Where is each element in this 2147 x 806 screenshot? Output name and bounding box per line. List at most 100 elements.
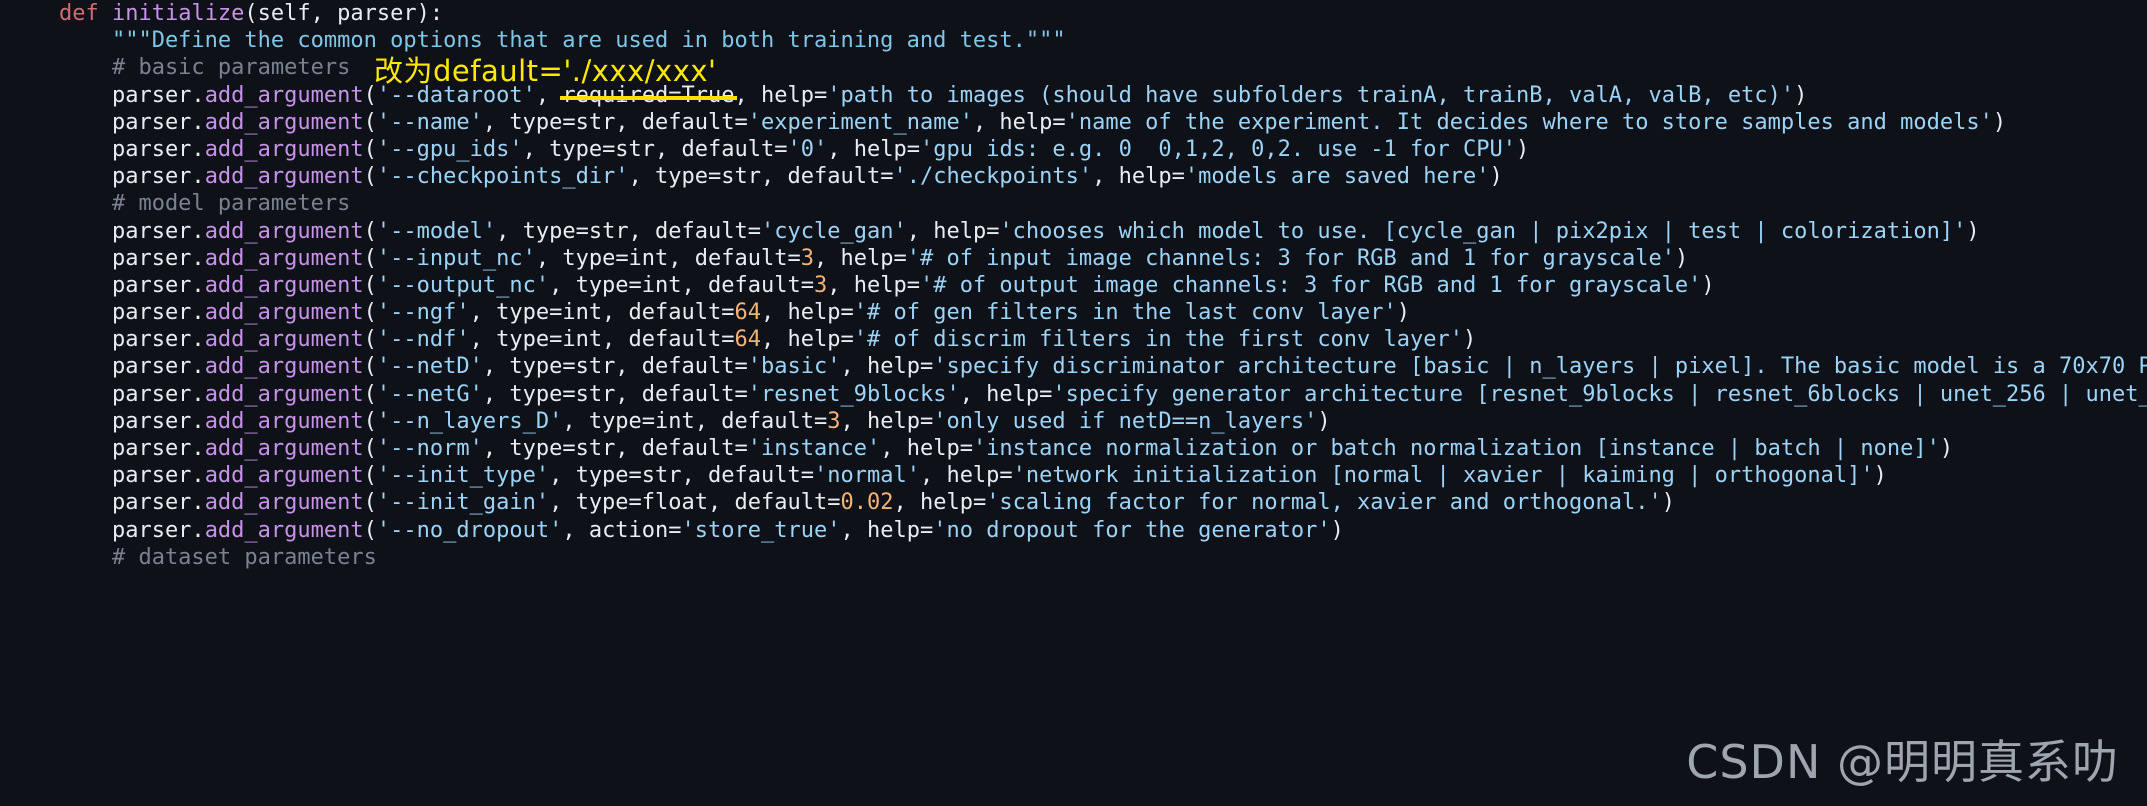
code-token: parser. [6, 463, 205, 489]
code-token: add_argument [204, 272, 364, 298]
code-token: add_argument [204, 408, 364, 434]
code-token: , help= [959, 381, 1053, 407]
line-ndf[interactable]: parser.add_argument('--ndf', type=int, d… [0, 326, 2147, 353]
code-token: 'network initialization [normal | xavier… [1012, 463, 1874, 489]
code-token: 'models are saved here' [1184, 164, 1490, 190]
annotation-default-path: 改为default='./xxx/xxx' [374, 54, 717, 88]
code-token: parser. [6, 245, 205, 271]
code-token: '# of input image channels: 3 for RGB an… [906, 245, 1675, 271]
code-token: , help= [827, 136, 920, 162]
line-init-type[interactable]: parser.add_argument('--init_type', type=… [0, 462, 2147, 489]
code-token: 'only used if netD==n_layers' [933, 408, 1318, 434]
code-token: parser. [6, 354, 205, 380]
line-output-nc[interactable]: parser.add_argument('--output_nc', type=… [0, 272, 2147, 299]
code-token: 'name of the experiment. It decides wher… [1065, 109, 1993, 135]
code-lines-container[interactable]: def initialize(self, parser): """Define … [0, 0, 2147, 571]
line-netG[interactable]: parser.add_argument('--netG', type=str, … [0, 381, 2147, 408]
code-token: , type=str, default= [522, 136, 788, 162]
code-token: add_argument [204, 109, 364, 135]
csdn-watermark: CSDN @明明真系叻 [1686, 735, 2119, 789]
code-token: '--norm' [376, 436, 483, 461]
code-token: '--ndf' [376, 327, 470, 353]
code-token: def [6, 1, 112, 26]
code-token: ) [1661, 490, 1675, 516]
code-token: ( [363, 327, 377, 353]
code-token: '--no_dropout' [376, 517, 563, 543]
code-token: '--gpu_ids' [376, 136, 523, 162]
code-token: parser. [6, 164, 205, 190]
code-token: '--netG' [376, 381, 483, 407]
code-token: ) [1966, 218, 1980, 244]
code-token: , help= [840, 408, 934, 434]
code-token: 'instance normalization or batch normali… [972, 436, 1940, 461]
code-token: initialize [111, 1, 245, 26]
code-token: '# of output image channels: 3 for RGB a… [919, 272, 1702, 298]
code-token: ( [363, 218, 377, 244]
line-name[interactable]: parser.add_argument('--name', type=str, … [0, 109, 2147, 136]
code-token: '--ngf' [376, 300, 470, 326]
line-model[interactable]: parser.add_argument('--model', type=str,… [0, 218, 2147, 245]
line-dataroot[interactable]: parser.add_argument('--dataroot', requir… [0, 82, 2147, 109]
code-token: , help= [919, 463, 1013, 489]
code-token: parser. [6, 381, 205, 407]
code-token: 'chooses which model to use. [cycle_gan … [999, 218, 1967, 244]
code-token: ( [363, 245, 377, 271]
code-token: 'instance' [747, 436, 881, 461]
code-token: '--init_gain' [376, 490, 550, 516]
line-gpu-ids[interactable]: parser.add_argument('--gpu_ids', type=st… [0, 136, 2147, 163]
code-token: , help= [893, 490, 987, 516]
code-token: , help= [734, 82, 828, 108]
code-token: parser. [6, 408, 205, 434]
code-token: , help= [827, 272, 920, 298]
code-token: ( [363, 408, 377, 434]
code-token: 'scaling factor for normal, xavier and o… [986, 490, 1662, 516]
code-token: add_argument [204, 463, 364, 489]
code-token: 64 [734, 300, 762, 326]
code-token: (self, parser): [244, 1, 444, 26]
code-token: ) [1992, 109, 2007, 135]
code-token: # basic parameters [6, 55, 351, 81]
code-token: add_argument [204, 354, 364, 380]
code-token: ( [363, 300, 377, 326]
code-token: # model parameters [6, 191, 351, 217]
line-comment-basic[interactable]: # basic parameters [0, 54, 2147, 81]
code-token: parser. [6, 272, 205, 298]
code-token: ) [1489, 164, 1503, 190]
line-input-nc[interactable]: parser.add_argument('--input_nc', type=i… [0, 245, 2147, 272]
line-norm[interactable]: parser.add_argument('--norm', type=str, … [0, 435, 2147, 462]
code-token: ) [1516, 136, 1530, 162]
line-netD[interactable]: parser.add_argument('--netD', type=str, … [0, 353, 2147, 380]
code-token: ( [363, 381, 377, 407]
code-token: ( [363, 490, 377, 516]
code-token: parser. [6, 517, 205, 543]
code-token: ( [363, 436, 377, 461]
line-docstring[interactable]: """Define the common options that are us… [0, 27, 2147, 54]
line-n-layers-D[interactable]: parser.add_argument('--n_layers_D', type… [0, 408, 2147, 435]
code-token: # dataset parameters [6, 544, 377, 570]
code-token: '0' [787, 136, 828, 162]
code-token: , type=int, default= [562, 408, 828, 434]
code-editor-pane[interactable]: def initialize(self, parser): """Define … [0, 0, 2147, 806]
code-token: add_argument [204, 136, 364, 162]
code-token: 0.02 [840, 490, 894, 516]
line-checkpoints-dir[interactable]: parser.add_argument('--checkpoints_dir',… [0, 163, 2147, 190]
line-no-dropout[interactable]: parser.add_argument('--no_dropout', acti… [0, 517, 2147, 544]
code-token: , help= [761, 300, 854, 326]
code-token: '--init_type' [376, 463, 550, 489]
code-token: ) [1939, 436, 1954, 461]
line-def-initialize[interactable]: def initialize(self, parser): [0, 0, 2147, 27]
code-token: ) [1701, 272, 1715, 298]
code-token: 'no dropout for the generator' [933, 517, 1331, 543]
code-token: 'specify discriminator architecture [bas… [933, 354, 2147, 380]
code-token: ( [363, 136, 377, 162]
line-init-gain[interactable]: parser.add_argument('--init_gain', type=… [0, 489, 2147, 516]
code-token: 'cycle_gan' [761, 218, 907, 244]
line-comment-model[interactable]: # model parameters [0, 190, 2147, 217]
code-token: 3 [800, 245, 814, 271]
line-ngf[interactable]: parser.add_argument('--ngf', type=int, d… [0, 299, 2147, 326]
code-token: parser. [6, 109, 205, 135]
code-token: 'basic' [747, 354, 841, 380]
code-token: , help= [1092, 164, 1185, 190]
code-token: ) [1463, 327, 1477, 353]
line-comment-dataset[interactable]: # dataset parameters [0, 544, 2147, 571]
